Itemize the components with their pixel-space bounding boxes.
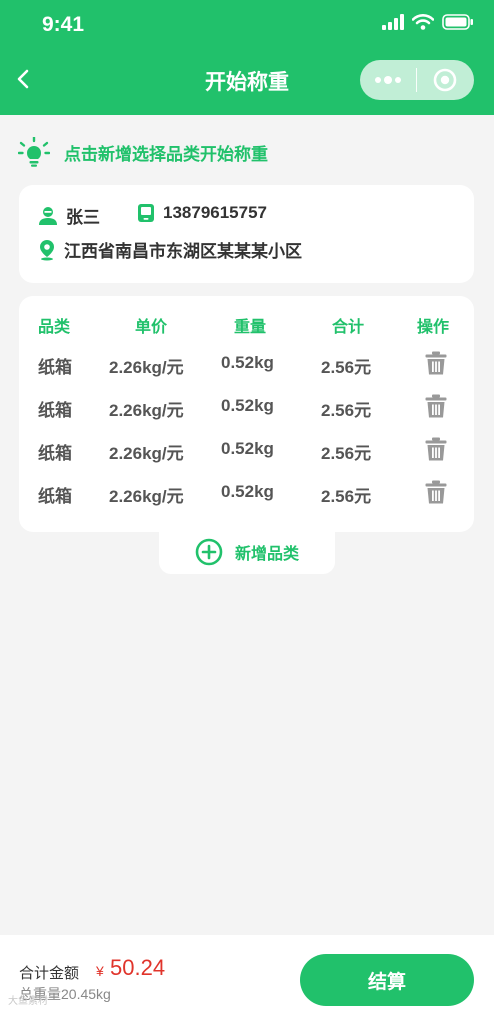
cell-subtotal: 2.56元 xyxy=(321,487,372,506)
user-phone-row: 13879615757 xyxy=(137,203,267,223)
cell-unit-price: 2.26kg/元 xyxy=(109,444,184,463)
app-header: 9:41 开始称重 xyxy=(0,0,494,115)
user-name: 张三 xyxy=(66,208,100,227)
trash-icon[interactable] xyxy=(425,394,447,418)
user-info-card: 张三 13879615757 江西省南昌市东湖区某某某小区 xyxy=(19,185,474,283)
cell-weight: 0.52kg xyxy=(221,396,274,415)
header-unit-price: 单价 xyxy=(135,319,168,336)
header-weight: 重量 xyxy=(234,319,267,336)
cell-unit-price: 2.26kg/元 xyxy=(109,358,184,377)
signal-icon xyxy=(382,14,404,30)
cell-category: 纸箱 xyxy=(38,401,72,420)
battery-icon xyxy=(442,14,473,30)
lightbulb-icon xyxy=(18,137,50,167)
header-subtotal: 合计 xyxy=(332,319,365,336)
add-category-label: 新增品类 xyxy=(234,546,299,563)
status-time: 9:41 xyxy=(42,13,85,36)
wifi-icon xyxy=(412,14,434,30)
location-pin-icon xyxy=(40,239,54,260)
trash-icon[interactable] xyxy=(425,351,447,375)
cell-weight: 0.52kg xyxy=(221,353,274,372)
user-name-row: 张三 xyxy=(38,203,100,228)
cell-weight: 0.52kg xyxy=(221,439,274,458)
menu-button[interactable] xyxy=(360,60,416,100)
watermark: 大鱼素材 xyxy=(8,996,48,1007)
trash-icon[interactable] xyxy=(425,480,447,504)
cell-category: 纸箱 xyxy=(38,444,72,463)
cell-weight: 0.52kg xyxy=(221,482,274,501)
tip-banner: 点击新增选择品类开始称重 xyxy=(18,137,268,167)
checkout-bar: 合计金额 ¥ 50.24 总重量20.45kg 结算 xyxy=(0,935,494,1010)
user-phone: 13879615757 xyxy=(163,203,268,222)
header-category: 品类 xyxy=(38,319,71,336)
currency-symbol: ¥ xyxy=(96,963,104,979)
cell-category: 纸箱 xyxy=(38,487,72,506)
cell-category: 纸箱 xyxy=(38,358,72,377)
tip-text: 点击新增选择品类开始称重 xyxy=(64,144,268,164)
cell-unit-price: 2.26kg/元 xyxy=(109,487,184,506)
weighing-table: 品类 单价 重量 合计 操作 纸箱 2.26kg/元 0.52kg 2.56元 … xyxy=(19,296,474,532)
close-button[interactable] xyxy=(417,60,473,100)
user-address: 江西省南昌市东湖区某某某小区 xyxy=(64,242,302,261)
add-category-button[interactable]: 新增品类 xyxy=(159,530,335,574)
trash-icon[interactable] xyxy=(425,437,447,461)
person-icon xyxy=(39,206,57,225)
cell-subtotal: 2.56元 xyxy=(321,358,372,377)
plus-circle-icon xyxy=(195,538,223,566)
header-action: 操作 xyxy=(417,319,450,336)
status-bar: 9:41 xyxy=(0,0,494,48)
nav-bar: 开始称重 xyxy=(0,48,494,112)
status-icons xyxy=(382,14,474,30)
total-label: 合计金额 xyxy=(19,965,80,982)
total-amount: 50.24 xyxy=(110,955,166,980)
checkout-button[interactable]: 结算 xyxy=(300,954,474,1006)
cell-subtotal: 2.56元 xyxy=(321,401,372,420)
more-dots-icon xyxy=(375,76,401,84)
cell-unit-price: 2.26kg/元 xyxy=(109,401,184,420)
user-address-row: 江西省南昌市东湖区某某某小区 xyxy=(38,237,302,262)
phone-icon xyxy=(138,204,154,222)
target-circle-icon xyxy=(433,68,457,92)
mini-program-capsule xyxy=(360,60,474,100)
cell-subtotal: 2.56元 xyxy=(321,444,372,463)
